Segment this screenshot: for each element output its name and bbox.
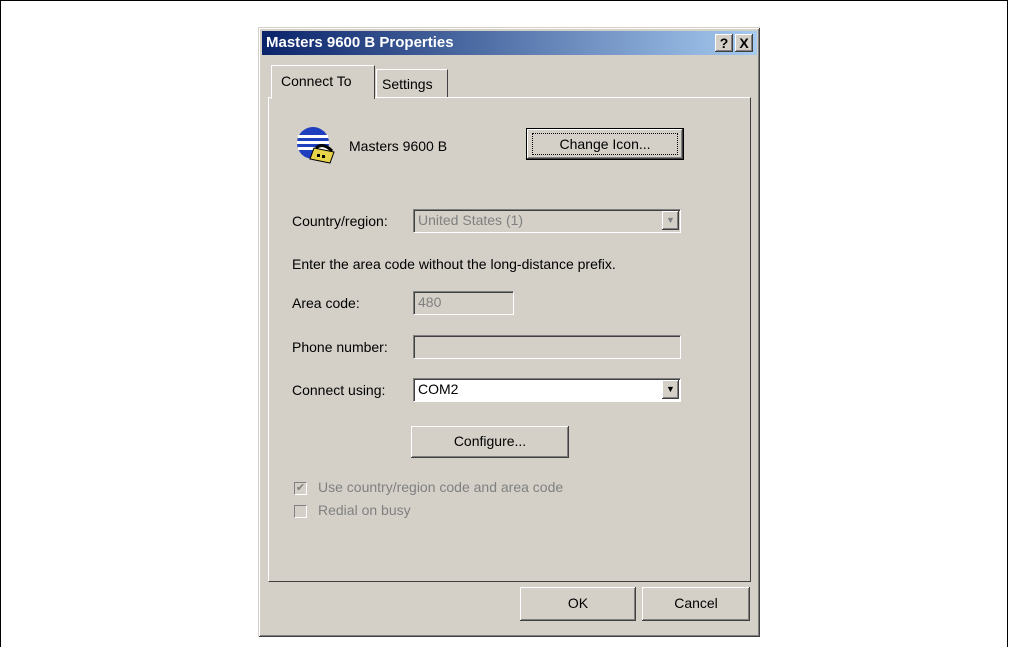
connect-using-select[interactable]: COM2 bbox=[413, 378, 681, 402]
change-icon-label: Change Icon... bbox=[559, 136, 651, 152]
checkmark-icon: ✔ bbox=[295, 482, 306, 494]
redial-checkbox[interactable] bbox=[294, 505, 307, 518]
redial-label: Redial on busy bbox=[318, 502, 411, 518]
area-code-value: 480 bbox=[418, 294, 442, 310]
properties-dialog: Masters 9600 B Properties ? X Connect To… bbox=[258, 27, 760, 637]
change-icon-button[interactable]: Change Icon... bbox=[526, 128, 684, 160]
close-icon: X bbox=[739, 35, 749, 51]
phone-number-field[interactable] bbox=[413, 335, 681, 359]
tab-settings[interactable]: Settings bbox=[376, 69, 448, 98]
use-country-code-label: Use country/region code and area code bbox=[318, 479, 564, 495]
ok-button[interactable]: OK bbox=[520, 587, 636, 621]
close-button[interactable]: X bbox=[735, 34, 753, 52]
configure-label: Configure... bbox=[453, 433, 527, 449]
title-bar[interactable]: Masters 9600 B Properties ? X bbox=[262, 31, 757, 55]
chevron-down-icon[interactable]: ▼ bbox=[662, 380, 679, 399]
tab-connect-to-label: Connect To bbox=[281, 73, 352, 89]
dialog-title: Masters 9600 B Properties bbox=[266, 34, 454, 51]
tab-connect-to[interactable]: Connect To bbox=[271, 65, 375, 99]
ok-label: OK bbox=[567, 595, 589, 611]
cancel-label: Cancel bbox=[674, 595, 718, 611]
configure-button[interactable]: Configure... bbox=[411, 426, 569, 458]
tab-panel: Masters 9600 B Change Icon... Country/re… bbox=[268, 97, 751, 582]
area-code-instruction: Enter the area code without the long-dis… bbox=[292, 256, 616, 272]
use-country-code-checkbox[interactable]: ✔ bbox=[294, 482, 307, 495]
country-label: Country/region: bbox=[292, 213, 388, 229]
cancel-button[interactable]: Cancel bbox=[642, 587, 750, 621]
chevron-down-icon[interactable]: ▼ bbox=[662, 211, 679, 230]
area-code-label: Area code: bbox=[292, 295, 360, 311]
tab-settings-label: Settings bbox=[382, 76, 433, 92]
area-code-field[interactable]: 480 bbox=[413, 291, 514, 315]
country-value: United States (1) bbox=[418, 212, 524, 228]
connect-using-value: COM2 bbox=[418, 381, 459, 397]
help-button[interactable]: ? bbox=[715, 34, 733, 52]
phone-number-label: Phone number: bbox=[292, 339, 388, 355]
connect-using-label: Connect using: bbox=[292, 382, 386, 398]
country-select[interactable]: United States (1) bbox=[413, 209, 681, 233]
phone-connection-icon bbox=[296, 126, 338, 168]
connection-name: Masters 9600 B bbox=[349, 138, 448, 154]
